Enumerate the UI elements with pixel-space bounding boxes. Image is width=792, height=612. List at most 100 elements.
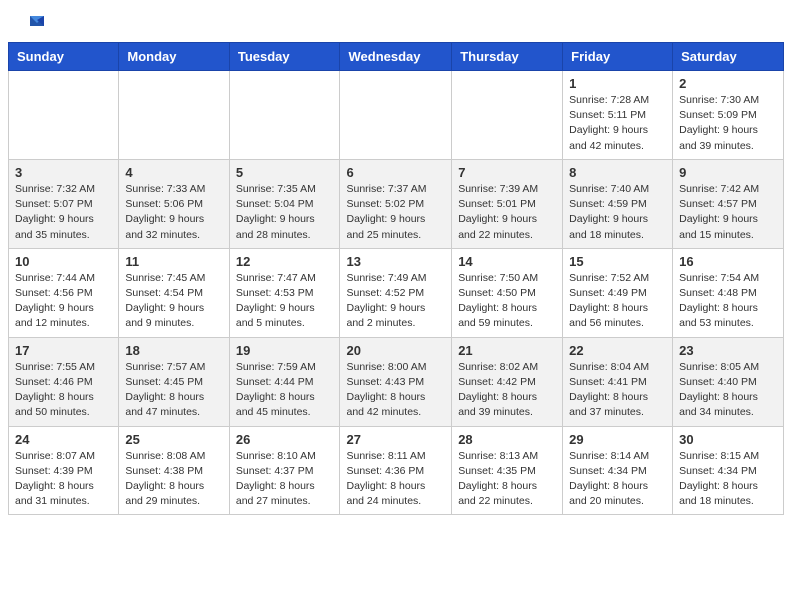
table-row: 23Sunrise: 8:05 AM Sunset: 4:40 PM Dayli… <box>673 337 784 426</box>
table-row: 25Sunrise: 8:08 AM Sunset: 4:38 PM Dayli… <box>119 426 229 515</box>
table-row: 1 Sunrise: 7:28 AM Sunset: 5:11 PM Daylig… <box>563 71 673 160</box>
table-row: 13 Sunrise: 7:49 AM Sunset: 4:52 PM Dayli… <box>340 248 452 337</box>
day-number: 21 <box>458 343 556 358</box>
day-detail: Sunrise: 8:10 AM Sunset: 4:37 PM Dayligh… <box>236 449 334 510</box>
day-number: 28 <box>458 432 556 447</box>
calendar-week-row: 3 Sunrise: 7:32 AM Sunset: 5:07 PM Daylig… <box>9 159 784 248</box>
day-number: 23 <box>679 343 777 358</box>
day-detail: Sunrise: 8:07 AM Sunset: 4:39 PM Dayligh… <box>15 449 112 510</box>
calendar-week-row: 10 Sunrise: 7:44 AM Sunset: 4:56 PM Dayli… <box>9 248 784 337</box>
page-header <box>0 0 792 42</box>
table-row <box>9 71 119 160</box>
day-detail: Sunrise: 8:13 AM Sunset: 4:35 PM Dayligh… <box>458 449 556 510</box>
day-detail: Sunrise: 7:32 AM Sunset: 5:07 PM Dayligh… <box>15 182 112 243</box>
table-row: 7 Sunrise: 7:39 AM Sunset: 5:01 PM Daylig… <box>452 159 563 248</box>
table-row: 12Sunrise: 7:47 AM Sunset: 4:53 PM Dayli… <box>229 248 340 337</box>
day-number: 22 <box>569 343 666 358</box>
table-row: 14 Sunrise: 7:50 AM Sunset: 4:50 PM Dayli… <box>452 248 563 337</box>
day-detail: Sunrise: 7:52 AM Sunset: 4:49 PM Dayligh… <box>569 271 666 332</box>
table-row: 2Sunrise: 7:30 AM Sunset: 5:09 PM Daylig… <box>673 71 784 160</box>
day-detail: Sunrise: 7:28 AM Sunset: 5:11 PM Dayligh… <box>569 93 666 154</box>
day-number: 30 <box>679 432 777 447</box>
table-row <box>452 71 563 160</box>
day-number: 5 <box>236 165 334 180</box>
table-row: 11Sunrise: 7:45 AM Sunset: 4:54 PM Dayli… <box>119 248 229 337</box>
day-number: 4 <box>125 165 222 180</box>
day-number: 29 <box>569 432 666 447</box>
table-row: 24 Sunrise: 8:07 AM Sunset: 4:39 PM Dayli… <box>9 426 119 515</box>
col-wednesday: Wednesday <box>340 43 452 71</box>
calendar-week-row: 17 Sunrise: 7:55 AM Sunset: 4:46 PM Dayli… <box>9 337 784 426</box>
logo <box>20 16 48 34</box>
day-number: 10 <box>15 254 112 269</box>
day-number: 2 <box>679 76 777 91</box>
day-detail: Sunrise: 8:15 AM Sunset: 4:34 PM Dayligh… <box>679 449 777 510</box>
day-number: 16 <box>679 254 777 269</box>
day-number: 12 <box>236 254 334 269</box>
day-detail: Sunrise: 7:55 AM Sunset: 4:46 PM Dayligh… <box>15 360 112 421</box>
table-row: 16 Sunrise: 7:54 AM Sunset: 4:48 PM Dayli… <box>673 248 784 337</box>
day-number: 24 <box>15 432 112 447</box>
day-number: 20 <box>346 343 445 358</box>
table-row: 9Sunrise: 7:42 AM Sunset: 4:57 PM Daylig… <box>673 159 784 248</box>
logo-icon <box>22 14 46 32</box>
table-row: 27 Sunrise: 8:11 AM Sunset: 4:36 PM Dayli… <box>340 426 452 515</box>
day-detail: Sunrise: 8:00 AM Sunset: 4:43 PM Dayligh… <box>346 360 445 421</box>
table-row: 3 Sunrise: 7:32 AM Sunset: 5:07 PM Daylig… <box>9 159 119 248</box>
col-thursday: Thursday <box>452 43 563 71</box>
day-detail: Sunrise: 7:35 AM Sunset: 5:04 PM Dayligh… <box>236 182 334 243</box>
day-number: 27 <box>346 432 445 447</box>
day-detail: Sunrise: 7:50 AM Sunset: 4:50 PM Dayligh… <box>458 271 556 332</box>
day-detail: Sunrise: 8:04 AM Sunset: 4:41 PM Dayligh… <box>569 360 666 421</box>
table-row: 5 Sunrise: 7:35 AM Sunset: 5:04 PM Daylig… <box>229 159 340 248</box>
calendar-table: Sunday Monday Tuesday Wednesday Thursday… <box>8 42 784 515</box>
day-number: 14 <box>458 254 556 269</box>
calendar-week-row: 1 Sunrise: 7:28 AM Sunset: 5:11 PM Daylig… <box>9 71 784 160</box>
day-detail: Sunrise: 7:59 AM Sunset: 4:44 PM Dayligh… <box>236 360 334 421</box>
day-number: 6 <box>346 165 445 180</box>
table-row: 21 Sunrise: 8:02 AM Sunset: 4:42 PM Dayli… <box>452 337 563 426</box>
day-number: 26 <box>236 432 334 447</box>
day-detail: Sunrise: 7:44 AM Sunset: 4:56 PM Dayligh… <box>15 271 112 332</box>
table-row: 6 Sunrise: 7:37 AM Sunset: 5:02 PM Daylig… <box>340 159 452 248</box>
col-friday: Friday <box>563 43 673 71</box>
day-number: 3 <box>15 165 112 180</box>
table-row: 22 Sunrise: 8:04 AM Sunset: 4:41 PM Dayli… <box>563 337 673 426</box>
day-detail: Sunrise: 7:37 AM Sunset: 5:02 PM Dayligh… <box>346 182 445 243</box>
table-row <box>119 71 229 160</box>
day-detail: Sunrise: 7:39 AM Sunset: 5:01 PM Dayligh… <box>458 182 556 243</box>
table-row <box>229 71 340 160</box>
day-detail: Sunrise: 8:11 AM Sunset: 4:36 PM Dayligh… <box>346 449 445 510</box>
calendar-header-row: Sunday Monday Tuesday Wednesday Thursday… <box>9 43 784 71</box>
day-detail: Sunrise: 7:54 AM Sunset: 4:48 PM Dayligh… <box>679 271 777 332</box>
table-row: 8 Sunrise: 7:40 AM Sunset: 4:59 PM Daylig… <box>563 159 673 248</box>
table-row: 4 Sunrise: 7:33 AM Sunset: 5:06 PM Daylig… <box>119 159 229 248</box>
day-detail: Sunrise: 7:49 AM Sunset: 4:52 PM Dayligh… <box>346 271 445 332</box>
day-number: 25 <box>125 432 222 447</box>
table-row: 26 Sunrise: 8:10 AM Sunset: 4:37 PM Dayli… <box>229 426 340 515</box>
day-detail: Sunrise: 8:02 AM Sunset: 4:42 PM Dayligh… <box>458 360 556 421</box>
table-row: 17 Sunrise: 7:55 AM Sunset: 4:46 PM Dayli… <box>9 337 119 426</box>
day-detail: Sunrise: 7:45 AM Sunset: 4:54 PM Dayligh… <box>125 271 222 332</box>
day-detail: Sunrise: 7:33 AM Sunset: 5:06 PM Dayligh… <box>125 182 222 243</box>
day-number: 8 <box>569 165 666 180</box>
col-monday: Monday <box>119 43 229 71</box>
table-row: 10 Sunrise: 7:44 AM Sunset: 4:56 PM Dayli… <box>9 248 119 337</box>
table-row <box>340 71 452 160</box>
calendar-wrapper: Sunday Monday Tuesday Wednesday Thursday… <box>0 42 792 523</box>
day-number: 18 <box>125 343 222 358</box>
col-sunday: Sunday <box>9 43 119 71</box>
day-number: 7 <box>458 165 556 180</box>
day-detail: Sunrise: 7:40 AM Sunset: 4:59 PM Dayligh… <box>569 182 666 243</box>
col-tuesday: Tuesday <box>229 43 340 71</box>
day-number: 19 <box>236 343 334 358</box>
table-row: 18Sunrise: 7:57 AM Sunset: 4:45 PM Dayli… <box>119 337 229 426</box>
day-number: 1 <box>569 76 666 91</box>
day-number: 17 <box>15 343 112 358</box>
day-number: 9 <box>679 165 777 180</box>
calendar-week-row: 24 Sunrise: 8:07 AM Sunset: 4:39 PM Dayli… <box>9 426 784 515</box>
table-row: 30 Sunrise: 8:15 AM Sunset: 4:34 PM Dayli… <box>673 426 784 515</box>
day-number: 13 <box>346 254 445 269</box>
table-row: 19 Sunrise: 7:59 AM Sunset: 4:44 PM Dayli… <box>229 337 340 426</box>
col-saturday: Saturday <box>673 43 784 71</box>
